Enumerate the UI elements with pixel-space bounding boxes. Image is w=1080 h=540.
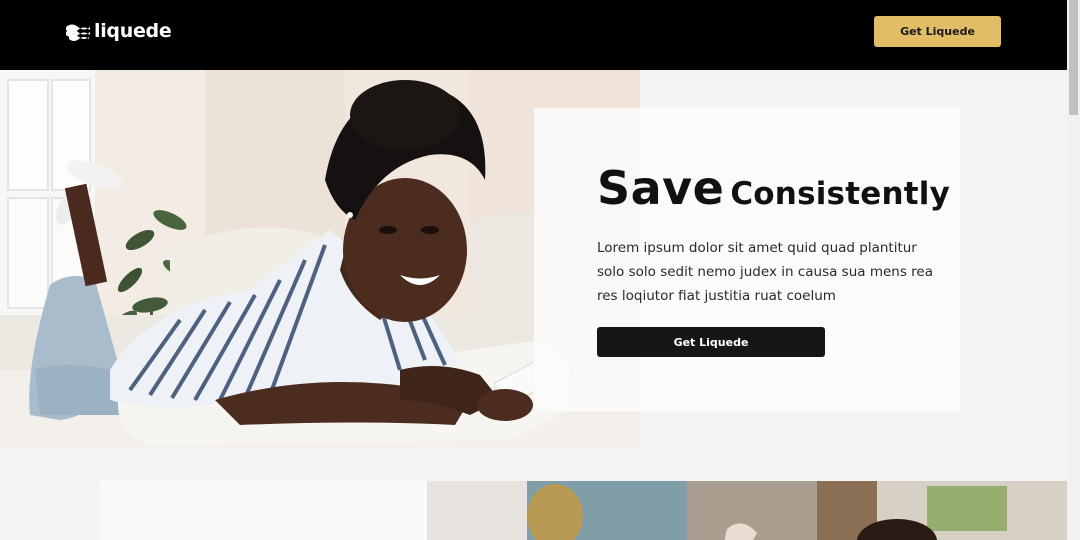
hero-description-line: solo solo sedit nemo judex in causa sua …	[597, 264, 933, 280]
section-two-photo	[427, 481, 1067, 540]
brand-name: liquede	[94, 20, 172, 42]
header-get-liquede-button[interactable]: Get Liquede	[874, 16, 1001, 47]
brand-logo[interactable]: liquede	[65, 19, 172, 43]
hero-description-line: Lorem ipsum dolor sit amet quid quad pla…	[597, 240, 917, 256]
navbar: liquede Get Liquede	[0, 0, 1067, 70]
hero-title-bold: Save	[597, 161, 725, 215]
hero-description-line: res loqiutor fiat justitia ruat coelum	[597, 288, 836, 304]
section-two-illustration	[427, 481, 1067, 540]
hero-get-liquede-button[interactable]: Get Liquede	[597, 327, 825, 357]
vertical-scrollbar[interactable]	[1067, 0, 1080, 540]
hero-title: Save Consistently	[597, 161, 950, 215]
hero-title-light: Consistently	[730, 176, 950, 212]
hero-card: Save Consistently Lorem ipsum dolor sit a…	[534, 108, 960, 411]
wave-logo-icon	[66, 24, 90, 41]
hero-description: Lorem ipsum dolor sit amet quid quad pla…	[597, 236, 937, 308]
scrollbar-thumb[interactable]	[1069, 0, 1078, 115]
section-two-card	[100, 481, 427, 540]
